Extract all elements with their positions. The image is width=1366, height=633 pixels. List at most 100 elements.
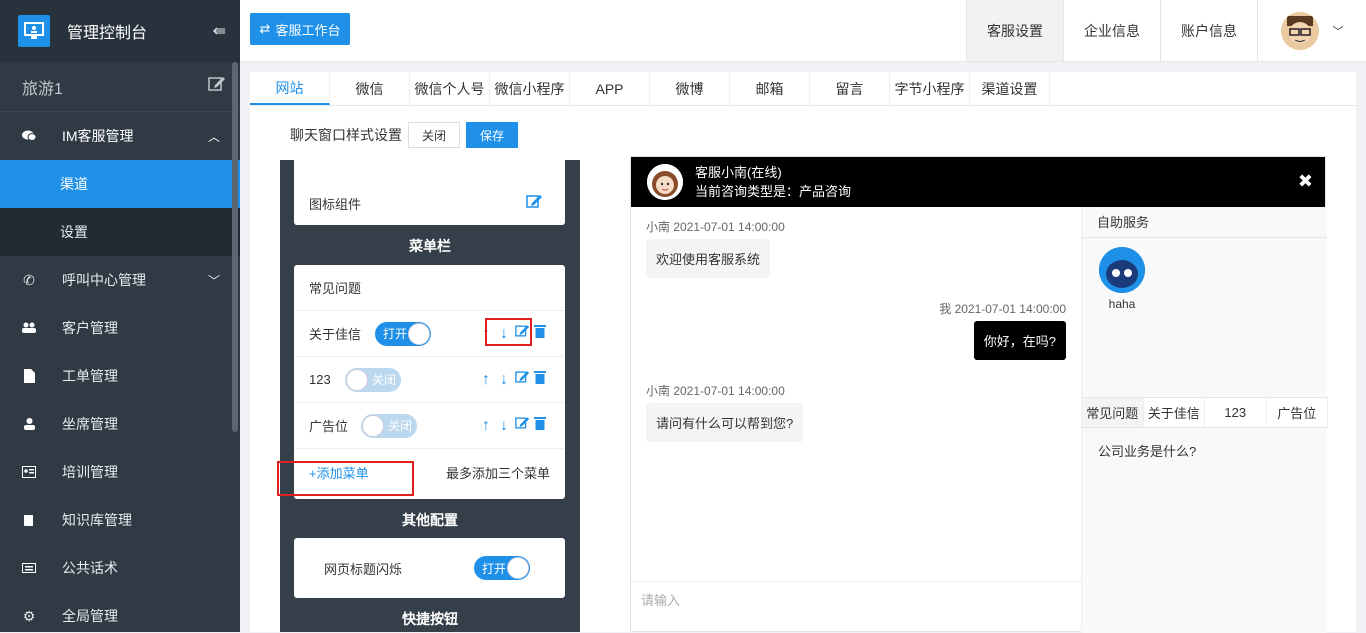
style-bar-title: 聊天窗口样式设置 [290,127,402,143]
move-down-icon[interactable]: ↓ [497,417,511,435]
sidebar-sub-channel[interactable]: 渠道 [0,160,240,208]
sidebar-item-scripts[interactable]: 公共话术 [0,544,240,592]
icon-component-label: 图标组件 [309,196,362,212]
close-icon[interactable]: ✖ [1298,171,1313,192]
users-icon [22,322,36,334]
flash-row: 网页标题闪烁 打开 [294,538,565,598]
robot-card[interactable]: haha [1098,247,1146,311]
toggle-knob [408,322,430,345]
chat-preview: 客服小南(在线) 当前咨询类型是：产品咨询 ✖ 小南 2021-07-01 14… [630,156,1328,633]
sidebar-item-customers[interactable]: 客户管理 [0,304,240,352]
sidebar-item-global[interactable]: ⚙ 全局管理 [0,592,240,632]
qtab-ads[interactable]: 广告位 [1267,398,1328,427]
tab-website[interactable]: 网站 [250,72,330,105]
toggle-knob [507,557,529,579]
workspace-button[interactable]: ⇄ 客服工作台 [250,13,350,45]
menu-label: 广告位 [309,419,349,434]
tab-bytedance[interactable]: 字节小程序 [890,72,970,105]
qtab-faq[interactable]: 常见问题 [1082,398,1144,427]
other-section-title: 其他配置 [402,512,458,528]
chat-input[interactable]: 请输入 [631,581,1081,631]
chat-header: 客服小南(在线) 当前咨询类型是：产品咨询 ✖ [631,157,1325,207]
flash-toggle[interactable]: 打开 [474,556,530,580]
move-up-icon[interactable]: ↑ [479,371,493,389]
sidebar: 管理控制台 ⇚ 旅游1 IM客服管理 ︿ 渠道 设置 ✆ 呼叫中心管理 ﹀ 客户… [0,0,240,632]
edit-icon[interactable] [515,416,530,435]
trash-icon[interactable] [533,324,547,343]
menu-header-label: 常见问题 [309,281,362,296]
collapse-icon[interactable]: ⇚ [213,21,226,41]
menu-toggle[interactable]: 关闭 [345,367,401,392]
sidebar-item-label: 全局管理 [62,608,118,624]
menu-toggle[interactable]: 打开 [375,321,431,346]
toggle-knob [346,368,368,391]
sidebar-item-label: 客户管理 [62,320,118,336]
message-meta: 我 2021-07-01 14:00:00 [939,302,1066,316]
sidebar-item-label: 知识库管理 [62,512,132,528]
sidebar-item-label: 工单管理 [62,368,118,384]
edit-icon[interactable] [515,370,530,389]
user-icon [22,418,36,430]
app-title: 管理控制台 [67,25,148,42]
save-button[interactable]: 保存 [466,122,518,148]
qtab-123[interactable]: 123 [1205,398,1267,427]
topbar: ⇄ 客服工作台 客服设置 企业信息 账户信息 ﹀ [240,0,1366,62]
top-nav: 客服设置 企业信息 账户信息 ﹀ [966,0,1366,61]
move-up-icon[interactable]: ↑ [479,417,493,435]
qtab-about[interactable]: 关于佳信 [1144,398,1205,427]
icon-component-row: 图标组件 [294,180,565,226]
other-card: 网页标题闪烁 打开 [294,538,565,598]
toggle-label: 关闭 [371,373,396,387]
sidebar-header: 管理控制台 ⇚ [0,0,240,62]
edit-icon[interactable] [208,76,226,97]
tab-weibo[interactable]: 微博 [650,72,730,105]
message-meta: 小南 2021-07-01 14:00:00 [646,220,785,234]
icon-card: 图标组件 [294,160,565,225]
nav-service-settings[interactable]: 客服设置 [966,0,1063,61]
tab-wechat-miniprogram[interactable]: 微信小程序 [490,72,570,105]
move-down-icon[interactable]: ↓ [497,371,511,389]
add-menu-hint: 最多添加三个菜单 [446,465,551,481]
tab-app[interactable]: APP [570,72,650,105]
menu-label: 关于佳信 [309,327,362,342]
tab-email[interactable]: 邮箱 [730,72,810,105]
tab-wechat[interactable]: 微信 [330,72,410,105]
style-bar: 聊天窗口样式设置 关闭 保存 [290,122,518,148]
quick-section-title: 快捷按钮 [402,611,458,627]
chat-icon [22,130,36,142]
sidebar-item-callcenter[interactable]: ✆ 呼叫中心管理 ﹀ [0,256,240,304]
sidebar-item-training[interactable]: 培训管理 [0,448,240,496]
toggle-knob [362,414,384,437]
trash-icon[interactable] [533,370,547,389]
user-menu[interactable]: ﹀ [1257,0,1366,61]
sidebar-item-tickets[interactable]: 工单管理 [0,352,240,400]
close-button[interactable]: 关闭 [408,122,460,148]
sidebar-item-agents[interactable]: 坐席管理 [0,400,240,448]
message-bubble: 你好，在吗? [973,321,1066,360]
chevron-down-icon: ﹀ [1332,25,1344,38]
robot-icon [1099,247,1145,293]
sidebar-sub-settings[interactable]: 设置 [0,208,240,256]
question-tabs: 常见问题 关于佳信 123 广告位 [1082,397,1328,428]
message-meta: 小南 2021-07-01 14:00:00 [646,384,785,398]
menu-row: 123 关闭 ↑ ↓ [294,357,565,403]
menu-toggle[interactable]: 关闭 [361,413,417,438]
question-item[interactable]: 公司业务是什么? [1098,441,1196,460]
edit-icon[interactable] [526,194,543,212]
chat-header-text: 客服小南(在线) 当前咨询类型是：产品咨询 [695,163,851,201]
tab-wechat-personal[interactable]: 微信个人号 [410,72,490,105]
tab-message[interactable]: 留言 [810,72,890,105]
book-icon [22,514,36,527]
toggle-label: 打开 [383,327,408,341]
nav-account-info[interactable]: 账户信息 [1160,0,1257,61]
sidebar-item-im[interactable]: IM客服管理 ︿ [0,112,240,160]
tab-channel-settings[interactable]: 渠道设置 [970,72,1050,105]
sidebar-item-knowledge[interactable]: 知识库管理 [0,496,240,544]
swap-icon: ⇄ [259,21,271,36]
sidebar-scrollbar[interactable] [232,62,238,432]
tenant-name: 旅游1 [22,80,63,98]
nav-company-info[interactable]: 企业信息 [1063,0,1160,61]
message-list: 小南 2021-07-01 14:00:00 欢迎使用客服系统 我 2021-0… [631,207,1081,583]
trash-icon[interactable] [533,416,547,435]
message-bubble: 欢迎使用客服系统 [646,239,771,278]
